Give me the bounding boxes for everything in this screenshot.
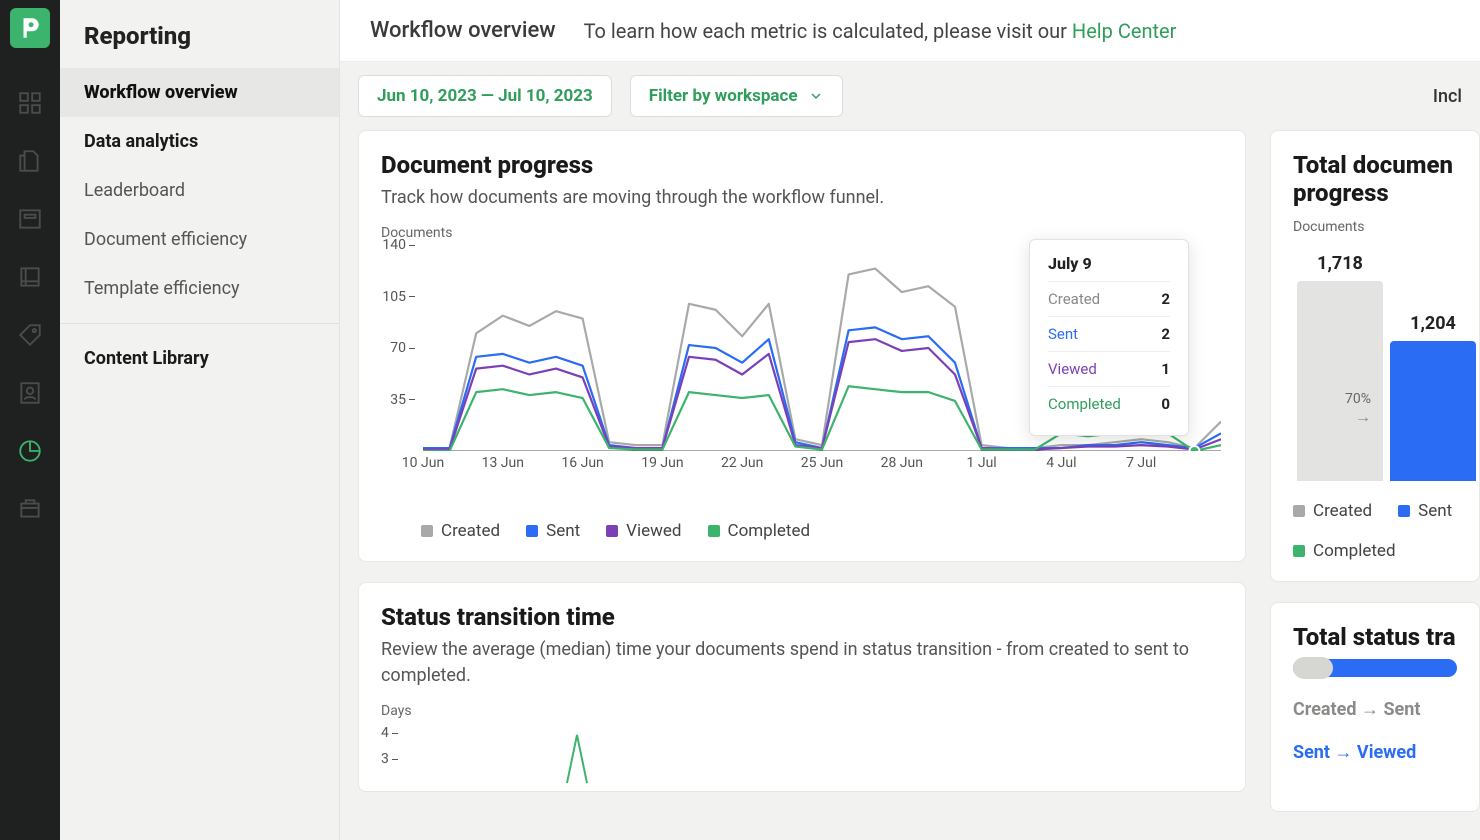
bar-label-sent: 1,204 — [1410, 313, 1456, 334]
document-progress-card: Document progress Track how documents ar… — [358, 130, 1246, 562]
pct-label: 70% — [1345, 391, 1371, 407]
card-title: Total status tra — [1293, 623, 1457, 651]
sidebar-title: Reporting — [60, 0, 339, 68]
toolbar: Jun 10, 2023 — Jul 10, 2023 Filter by wo… — [340, 62, 1480, 130]
y-axis: 3570105140 — [381, 245, 421, 451]
rail-apps-icon[interactable] — [13, 492, 47, 526]
app-logo[interactable] — [10, 8, 50, 48]
transition-track[interactable] — [1293, 659, 1457, 677]
legend-viewed: Viewed — [606, 521, 681, 541]
card-title: Total documen progress — [1293, 151, 1457, 207]
sidebar-separator — [60, 323, 339, 324]
rail-dashboard-icon[interactable] — [13, 86, 47, 120]
sidebar-item-template-efficiency[interactable]: Template efficiency — [60, 264, 339, 313]
bar-created — [1297, 281, 1383, 481]
rail-reporting-icon[interactable] — [13, 434, 47, 468]
rail-documents-icon[interactable] — [13, 144, 47, 178]
help-center-link[interactable]: Help Center — [1072, 19, 1177, 43]
bar-sent — [1390, 341, 1476, 481]
card-subtitle: Track how documents are moving through t… — [381, 185, 1223, 211]
transition-knob[interactable] — [1293, 657, 1333, 679]
card-subtitle: Review the average (median) time your do… — [381, 637, 1223, 689]
sidebar-item-data-analytics[interactable]: Data analytics — [60, 117, 339, 166]
total-document-progress-card: Total documen progress Documents 1,718 1… — [1270, 130, 1480, 582]
total-status-transition-card: Total status tra Created → Sent Sent → V… — [1270, 602, 1480, 812]
document-progress-chart[interactable]: 3570105140 10 Jun13 Jun16 Jun19 Jun22 Ju… — [381, 245, 1221, 475]
bar-label-created: 1,718 — [1317, 253, 1363, 274]
toolbar-right-label: Incl — [1433, 86, 1462, 107]
rail-templates-icon[interactable] — [13, 202, 47, 236]
page-title: Workflow overview — [370, 18, 556, 43]
transition-row-created-sent: Created → Sent — [1293, 699, 1457, 720]
legend-completed: Completed — [1293, 541, 1396, 561]
legend-sent: Sent — [526, 521, 580, 541]
page-header: Workflow overview To learn how each metr… — [340, 0, 1480, 62]
transition-chart[interactable]: 4 3 — [381, 725, 1223, 785]
legend-created: Created — [421, 521, 500, 541]
rail-pricing-icon[interactable] — [13, 318, 47, 352]
rail-library-icon[interactable] — [13, 260, 47, 294]
card-title: Status transition time — [381, 603, 1223, 631]
sidebar: Reporting Workflow overview Data analyti… — [60, 0, 340, 840]
total-progress-legend: Created Sent Completed — [1293, 501, 1457, 561]
chevron-down-icon — [808, 88, 824, 104]
chart-tooltip: July 9 Created2 Sent2 Viewed1 Completed0 — [1029, 239, 1189, 436]
legend-completed: Completed — [708, 521, 811, 541]
workspace-filter[interactable]: Filter by workspace — [630, 75, 843, 117]
y-axis-title: Days — [381, 703, 1223, 719]
card-title: Document progress — [381, 151, 1223, 179]
sidebar-item-leaderboard[interactable]: Leaderboard — [60, 166, 339, 215]
status-transition-card: Status transition time Review the averag… — [358, 582, 1246, 792]
transition-row-sent-viewed: Sent → Viewed — [1293, 742, 1457, 763]
arrow-right-icon: → — [1345, 407, 1371, 427]
date-range-label: Jun 10, 2023 — Jul 10, 2023 — [377, 86, 593, 106]
sidebar-item-content-library[interactable]: Content Library — [60, 334, 339, 383]
date-range-picker[interactable]: Jun 10, 2023 — Jul 10, 2023 — [358, 75, 612, 117]
icon-rail — [0, 0, 60, 840]
help-text: To learn how each metric is calculated, … — [584, 19, 1177, 43]
workspace-filter-label: Filter by workspace — [649, 86, 798, 106]
tooltip-title: July 9 — [1048, 254, 1170, 281]
y-axis-title: Documents — [1293, 219, 1457, 235]
chart-legend: Created Sent Viewed Completed — [381, 521, 1223, 541]
main: Workflow overview To learn how each metr… — [340, 0, 1480, 840]
legend-sent: Sent — [1398, 501, 1452, 521]
x-axis: 10 Jun13 Jun16 Jun19 Jun22 Jun25 Jun28 J… — [423, 455, 1221, 475]
legend-created: Created — [1293, 501, 1372, 521]
help-prefix: To learn how each metric is calculated, … — [584, 19, 1072, 43]
sidebar-item-workflow-overview[interactable]: Workflow overview — [60, 68, 339, 117]
sidebar-item-document-efficiency[interactable]: Document efficiency — [60, 215, 339, 264]
rail-contacts-icon[interactable] — [13, 376, 47, 410]
total-progress-bars[interactable]: 1,718 1,204 70% → — [1293, 241, 1457, 481]
